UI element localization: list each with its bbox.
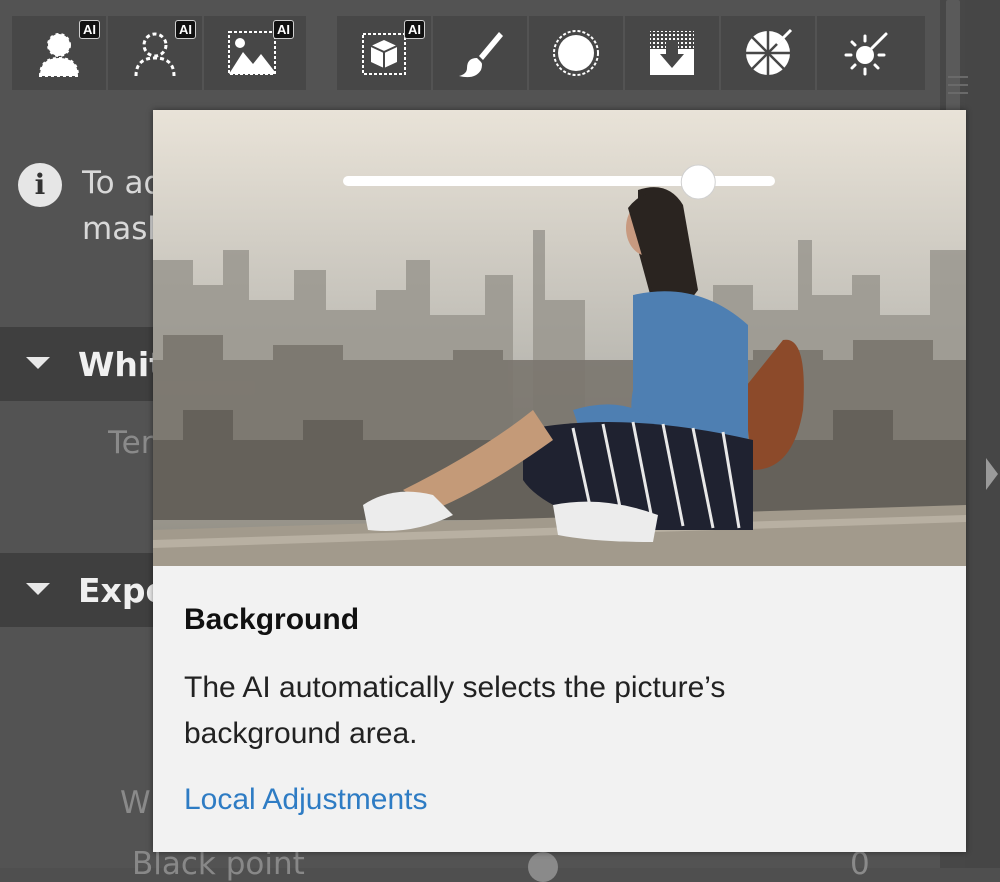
tooltip-description: The AI automatically selects the picture…	[184, 671, 726, 750]
whites-label: W	[120, 785, 151, 821]
collapse-triangle-icon	[26, 583, 50, 595]
section-title: Exposure	[78, 571, 154, 610]
brush-icon	[459, 32, 503, 78]
person-solid-icon	[38, 33, 80, 77]
brush-tool[interactable]	[433, 16, 529, 90]
color-wheel-icon	[746, 28, 793, 75]
black-point-slider-thumb[interactable]	[528, 852, 558, 882]
auto-mask-tool[interactable]	[817, 16, 913, 90]
info-text-line: To ad	[82, 165, 154, 201]
ai-badge: AI	[79, 20, 100, 39]
section-white-balance[interactable]: White	[0, 327, 160, 401]
collapse-triangle-icon	[26, 357, 50, 369]
person-ai-tool[interactable]: AI	[12, 16, 108, 90]
ai-badge: AI	[404, 20, 425, 39]
side-panel-edge	[965, 0, 1000, 868]
background-preview-image	[153, 110, 966, 566]
section-title: White	[78, 345, 154, 384]
background-tooltip: Background The AI automatically selects …	[153, 110, 966, 852]
info-text-line: mask	[82, 211, 154, 247]
person-outline-ai-tool[interactable]: AI	[108, 16, 204, 90]
gradient-arrow-icon	[650, 31, 694, 75]
magic-wand-icon	[844, 32, 888, 76]
info-text: To ad mask	[82, 160, 154, 252]
scrollbar-grip	[948, 84, 968, 86]
info-icon: i	[18, 163, 62, 207]
background-ai-tool[interactable]: AI	[204, 16, 300, 90]
circle-dashed-icon	[553, 30, 599, 76]
color-range-tool[interactable]	[721, 16, 817, 90]
ai-mask-toolbar: AI AI AI	[12, 16, 306, 90]
section-exposure[interactable]: Exposure	[0, 553, 160, 627]
ai-badge: AI	[273, 20, 294, 39]
temperature-label: Tem	[108, 425, 154, 461]
gradient-tool[interactable]	[625, 16, 721, 90]
person-outline-icon	[134, 32, 176, 77]
preview-slider-knob	[680, 164, 716, 200]
radial-tool[interactable]	[529, 16, 625, 90]
landscape-image-icon	[228, 31, 276, 75]
cube-select-icon	[362, 33, 406, 75]
scrollbar-grip	[948, 92, 968, 94]
expand-arrow-icon[interactable]	[986, 458, 998, 490]
scrollbar-grip	[948, 76, 968, 78]
ai-badge: AI	[175, 20, 196, 39]
object-select-ai-tool[interactable]: AI	[337, 16, 433, 90]
mask-toolbar: AI	[337, 16, 925, 90]
tooltip-title: Background	[184, 603, 360, 636]
local-adjustments-link[interactable]: Local Adjustments	[184, 783, 427, 817]
